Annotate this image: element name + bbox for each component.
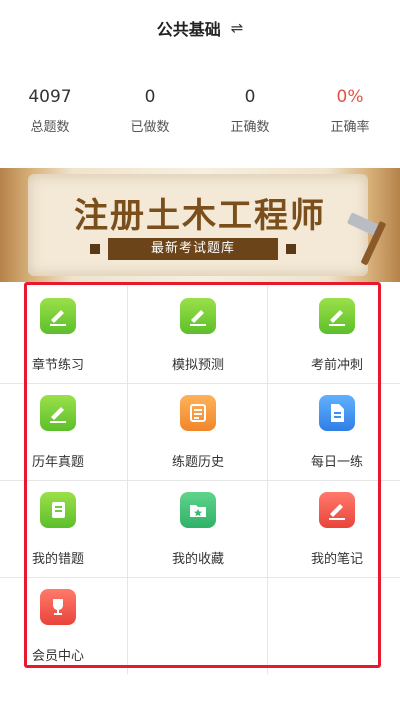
menu-item-label: 模拟预测 [172, 358, 225, 373]
menu-grid: 章节练习 模拟预测 考前冲刺历年真题 练题历史 每日一练我的错题 我的收藏 我的笔记会员中心 [0, 286, 400, 674]
menu-item-label: 章节练习 [32, 358, 85, 373]
page-title: 公共基础 [156, 20, 221, 39]
top-bar: 公共基础 ⇌ [0, 0, 400, 56]
menu-item[interactable]: 模拟预测 [128, 286, 267, 382]
menu-item[interactable]: 历年真题 [0, 383, 127, 479]
menu-item[interactable]: 考前冲刺 [268, 286, 400, 382]
stat-done-label: 已做数 [130, 120, 170, 135]
stat-total-label: 总题数 [30, 120, 70, 135]
pencil-icon [180, 298, 216, 334]
pencil-icon [40, 298, 76, 334]
stats-row: 4097 总题数 0 已做数 0 正确数 0% 正确率 [0, 84, 400, 144]
menu-item-label: 我的笔记 [311, 552, 364, 567]
menu-item[interactable]: 每日一练 [268, 383, 400, 479]
menu-item-label: 我的收藏 [172, 552, 225, 567]
promo-banner[interactable]: 注册土木工程师 最新考试题库 [0, 168, 400, 282]
stat-rate: 0% 正确率 [300, 84, 400, 144]
stat-total: 4097 总题数 [0, 84, 100, 144]
stat-done-value: 0 [144, 87, 156, 107]
menu-item[interactable]: 章节练习 [0, 286, 127, 382]
menu-item-label: 我的错题 [32, 552, 85, 567]
banner-subtitle: 最新考试题库 [108, 238, 278, 260]
star-folder-icon [180, 492, 216, 528]
banner-subtitle-bar: 最新考试题库 [90, 238, 296, 260]
menu-item[interactable]: 会员中心 [0, 577, 127, 673]
switch-icon[interactable]: ⇌ [231, 19, 244, 37]
menu-item-label: 每日一练 [311, 455, 364, 470]
document-icon [319, 395, 355, 431]
pencil-icon [319, 298, 355, 334]
menu-item-label: 练题历史 [172, 455, 225, 470]
notebook-icon [40, 492, 76, 528]
banner-square-left [90, 244, 100, 254]
menu-item-label: 历年真题 [32, 455, 85, 470]
stat-total-value: 4097 [28, 87, 72, 107]
stat-correct-label: 正确数 [230, 120, 270, 135]
menu-item[interactable]: 我的错题 [0, 480, 127, 576]
pencil-icon [319, 492, 355, 528]
hammer-icon [347, 212, 386, 265]
trophy-icon [40, 589, 76, 625]
list-icon [180, 395, 216, 431]
menu-item-label: 会员中心 [32, 649, 85, 664]
pencil-icon [40, 395, 76, 431]
stat-rate-value: 0% [336, 87, 364, 107]
menu-item[interactable]: 我的收藏 [128, 480, 267, 576]
stat-correct: 0 正确数 [200, 84, 300, 144]
stat-correct-value: 0 [244, 87, 256, 107]
stat-rate-label: 正确率 [330, 120, 370, 135]
menu-item[interactable]: 练题历史 [128, 383, 267, 479]
banner-square-right [286, 244, 296, 254]
menu-item[interactable]: 我的笔记 [268, 480, 400, 576]
menu-item-label: 考前冲刺 [311, 358, 364, 373]
stat-done: 0 已做数 [100, 84, 200, 144]
